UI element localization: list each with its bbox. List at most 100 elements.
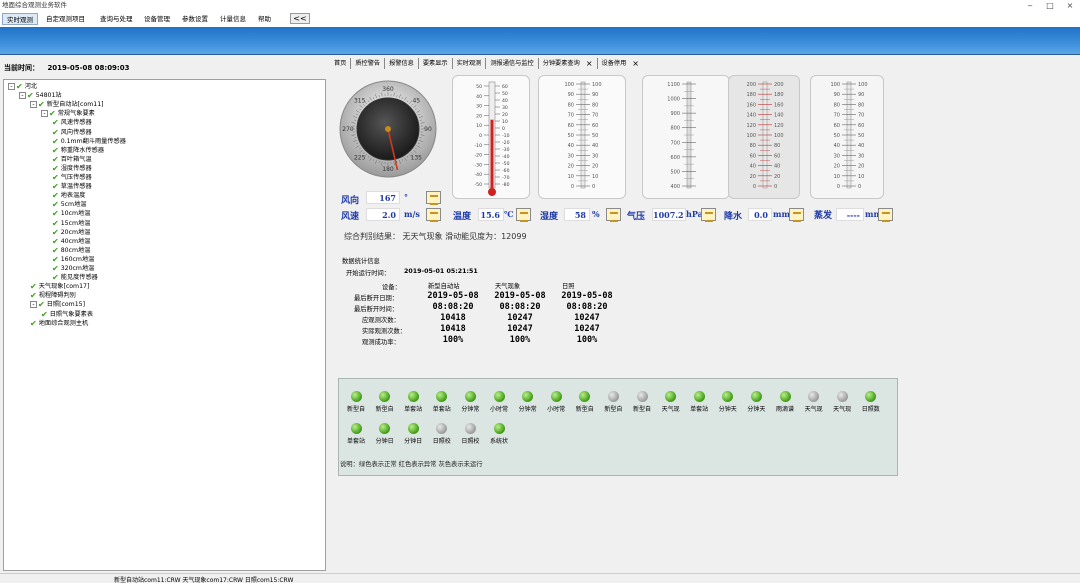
gauge-tick-label-right: 100 [592, 82, 602, 88]
tab-item[interactable]: 要素显示 [417, 58, 452, 69]
tree-node[interactable]: ✔ 160cm地温 [52, 255, 94, 264]
window-title: 地面综合观测业务软件 [0, 0, 1080, 11]
tree-node[interactable]: ✔ 风速传感器 [52, 118, 92, 127]
close-icon[interactable]: × [1060, 0, 1080, 11]
tree-node[interactable]: ✔ 320cm地温 [52, 264, 94, 273]
tab-item[interactable]: 分钟要素查询 × [537, 58, 597, 69]
gauge-tick-label-right: 20 [858, 164, 864, 170]
temp-tick-label-right: 40 [502, 98, 508, 104]
pressure-detail-button[interactable] [701, 208, 716, 222]
tree-node[interactable]: ✔ 15cm地温 [52, 219, 90, 228]
tree-node[interactable]: ✔ 天气现象[com17] [30, 282, 89, 291]
menu-device-management[interactable]: 设备管理 [140, 13, 174, 25]
minimize-icon[interactable]: ‒ [1020, 0, 1040, 11]
led-label: 雨滴谱 [775, 406, 794, 413]
tree-node[interactable]: ✔ 地表温度 [52, 191, 85, 200]
current-time-value: 2019-05-08 08:09:03 [47, 64, 130, 72]
wind-speed-detail-button[interactable] [426, 208, 441, 222]
led-label: 天气现 [804, 406, 823, 413]
status-bar: 新型自动站com11:CRW 天气现象com17:CRW 日照com15:CRW [0, 573, 1080, 583]
evap-label: 蒸发 [814, 211, 833, 221]
menu-help[interactable]: 帮助 [254, 13, 275, 25]
stats-cell-time: 08:08:20 [566, 302, 608, 312]
tree-node[interactable]: - ✔ 54801站 [19, 91, 62, 100]
tree-node[interactable]: ✔ 草温传感器 [52, 182, 92, 191]
temp-tick-label-left: 0 [479, 133, 482, 139]
tree-node[interactable]: ✔ 80cm地温 [52, 246, 90, 255]
tree-expander-icon[interactable]: - [8, 83, 15, 90]
stats-cell-time: 08:08:20 [499, 302, 541, 312]
tab-item[interactable]: 质控警告 [350, 58, 384, 69]
precip-detail-button[interactable] [789, 208, 804, 222]
gauge-tick-label: 1100 [667, 82, 680, 88]
tab-close-icon[interactable]: × [586, 59, 593, 69]
tree-expander-icon[interactable]: - [30, 101, 37, 109]
tree-node[interactable]: ✔ 日照气象要素表 [41, 310, 93, 319]
stats-cell-date: 2019-05-08 [494, 291, 546, 301]
tree-node[interactable]: ✔ 10cm地温 [52, 209, 90, 218]
wind-dir-detail-button[interactable] [426, 191, 441, 205]
tree-node[interactable]: ✔ 20cm地温 [52, 228, 90, 237]
gauge-tick-label-right: 100 [774, 133, 784, 139]
tree-node-label: 80cm地温 [60, 246, 91, 254]
tree-expander-icon[interactable]: - [41, 110, 48, 118]
judgement-result: 综合判别结果： 无天气现象 滑动能见度为：12099 [344, 232, 527, 241]
tree-node[interactable]: ✔ 0.1mm翻斗雨量传感器 [52, 137, 126, 146]
tree-node[interactable]: - ✔ 常规气象要素 [41, 109, 95, 118]
menu-parameters[interactable]: 参数设置 [178, 13, 212, 25]
tree-node[interactable]: ✔ 40cm地温 [52, 237, 90, 246]
temp-tick-label-right: 60 [502, 84, 508, 90]
collapse-menu-button[interactable]: << [290, 13, 310, 24]
tab-close-icon[interactable]: × [632, 59, 639, 69]
status-led: 单套站 [684, 391, 714, 413]
tree-node[interactable]: ✔ 湿度传感器 [52, 164, 92, 173]
mercury-column [490, 119, 494, 188]
menu-query[interactable]: 查询与处理 [96, 13, 137, 25]
tree-node-label: 15cm地温 [60, 219, 91, 227]
tree-node[interactable]: ✔ 气压传感器 [52, 173, 92, 182]
tab-item[interactable]: 报警信息 [384, 58, 418, 69]
stats-row-label: 应观测次数： [362, 317, 400, 324]
evap-detail-button[interactable] [878, 208, 893, 222]
tab-item[interactable]: 设备停用 × [596, 58, 643, 69]
tree-node[interactable]: - ✔ 河北 [8, 82, 37, 91]
tree-node-label: 河北 [24, 83, 38, 90]
tree-node-label: 10cm地温 [60, 210, 91, 218]
tree-node[interactable]: ✔ 风向传感器 [52, 128, 92, 137]
temp-tick-label-left: 40 [476, 94, 482, 100]
gauge-tick-label-right: 20 [592, 164, 598, 170]
tree-node[interactable]: ✔ 地面综合观测主机 [30, 319, 88, 328]
gauge-tick-label-right: 80 [858, 102, 864, 108]
station-tree[interactable]: - ✔ 河北 - ✔ 54801站 - ✔ 新型自动站[com11] - ✔ 常规气象要素 ✔ 风速传感器… [3, 79, 326, 571]
temp-tick-label-left: 20 [476, 113, 482, 119]
stats-cell-name: 日照 [562, 283, 575, 290]
tab-item[interactable]: 首页 [330, 58, 350, 69]
status-led: 单套站 [398, 391, 428, 413]
tab-item[interactable]: 实时观测 [451, 58, 486, 69]
tree-node[interactable]: ✔ 百叶箱气温 [52, 155, 92, 164]
tab-label: 分钟要素查询 [542, 59, 580, 67]
temperature-detail-button[interactable] [516, 208, 531, 222]
stats-cell-expected: 10247 [574, 313, 600, 323]
menu-custom-observation[interactable]: 自定观测项目 [42, 13, 89, 25]
tree-expander-icon[interactable]: - [30, 301, 37, 309]
tab-item[interactable]: 测报通信与监控 [485, 58, 537, 69]
gauge-tick-label-right: 80 [774, 143, 780, 149]
tree-node[interactable]: - ✔ 日照[com15] [30, 300, 85, 309]
tree-expander-icon[interactable]: - [19, 92, 26, 100]
checkmark-icon: ✔ [30, 282, 37, 292]
tree-node[interactable]: ✔ 称重降水传感器 [52, 146, 104, 155]
humidity-detail-button[interactable] [606, 208, 621, 222]
tree-node[interactable]: ✔ 能见度传感器 [52, 273, 98, 282]
tree-node[interactable]: ✔ 视程障碍判别 [30, 291, 76, 300]
status-led: 新型自 [627, 391, 657, 413]
maximize-icon[interactable]: □ [1040, 0, 1060, 11]
gauge-tick-label: 120 [746, 123, 756, 129]
needle-hub [385, 126, 391, 132]
led-legend: 说明：绿色表示正常 红色表示异常 灰色表示未运行 [340, 461, 483, 468]
menu-metrology[interactable]: 计量信息 [216, 13, 250, 25]
gauge-tick-label: 160 [746, 102, 756, 108]
tree-node[interactable]: - ✔ 新型自动站[com11] [30, 100, 104, 109]
tree-node[interactable]: ✔ 5cm地温 [52, 200, 86, 209]
menu-realtime[interactable]: 实时观测 [2, 13, 38, 25]
